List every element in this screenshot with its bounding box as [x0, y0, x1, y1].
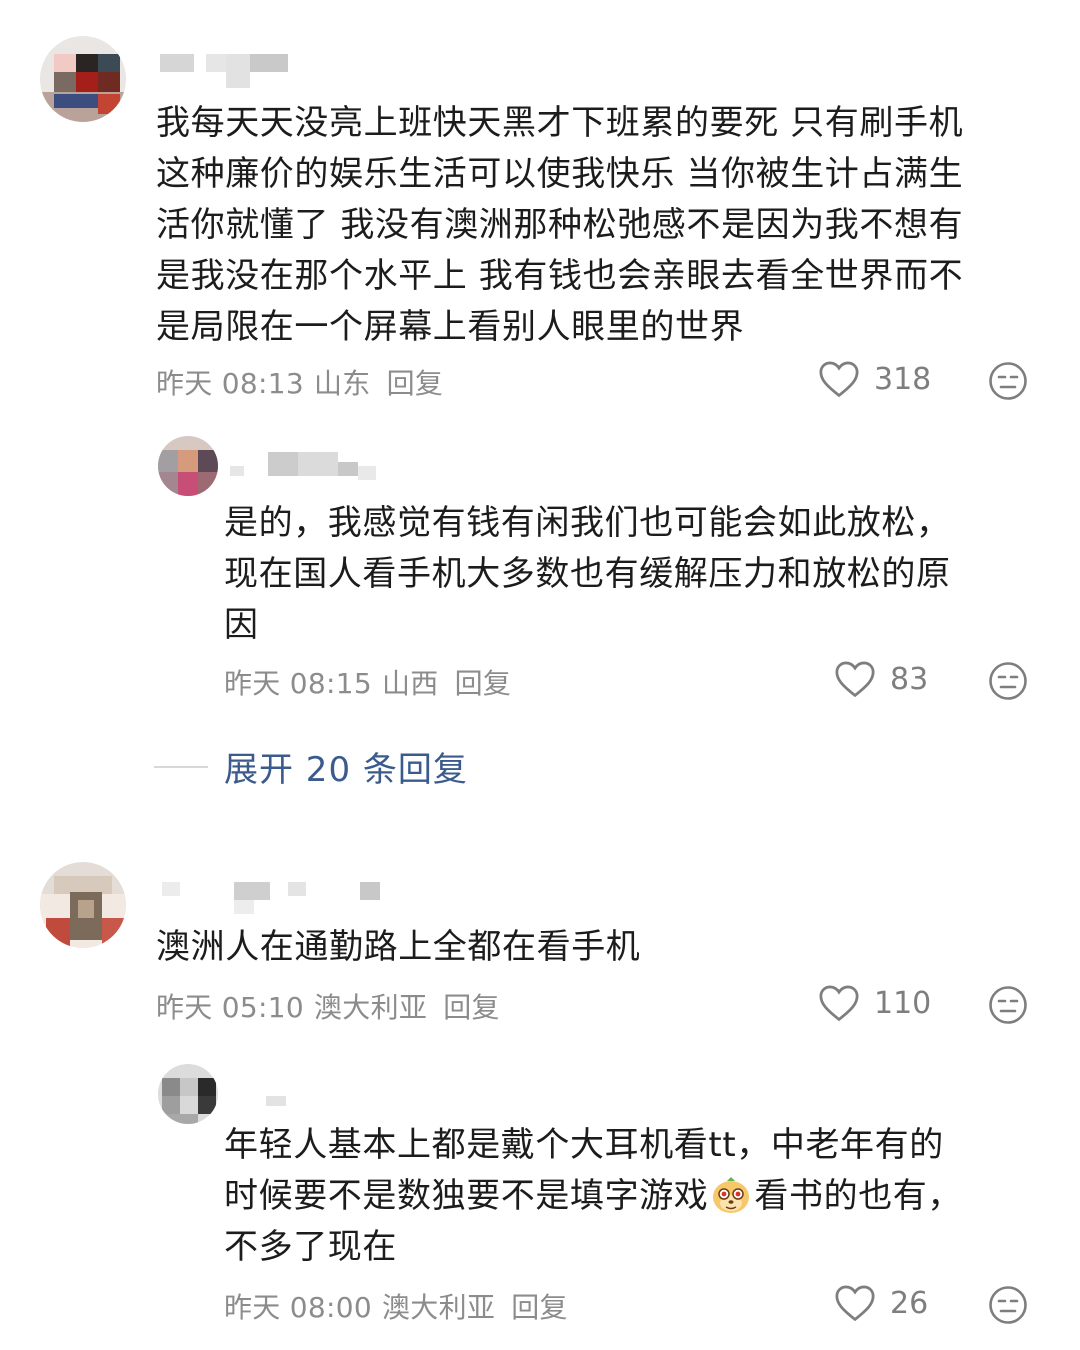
comment-line: 因 [224, 605, 259, 645]
like-count: 318 [874, 361, 932, 397]
meerkat-emoji-icon [713, 1177, 750, 1213]
heart-outline-icon [835, 661, 875, 698]
comment-text: 我每天天没亮上班快天黑才下班累的要死 只有刷手机 这种廉价的娱乐生活可以使我快乐… [156, 98, 963, 353]
meh-face-icon[interactable] [988, 361, 1028, 401]
comment-meta: 昨天 08:13 山东 回复 [156, 362, 453, 402]
avatar[interactable] [158, 436, 218, 496]
comment-text: 是的，我感觉有钱有闲我们也可能会如此放松， 现在国人看手机大多数也有缓解压力和放… [224, 498, 951, 651]
avatar[interactable] [158, 1064, 218, 1124]
reply-button[interactable]: 回复 [455, 667, 512, 700]
comment-meta: 昨天 05:10 澳大利亚 回复 [156, 986, 510, 1026]
meh-face-icon[interactable] [988, 661, 1028, 701]
comment-meta: 昨天 08:15 山西 回复 [224, 662, 521, 702]
comment-line: 年轻人基本上都是戴个大耳机看tt，中老年有的 [224, 1125, 944, 1165]
comment-line: 是局限在一个屏幕上看别人眼里的世界 [156, 307, 745, 347]
username-blurred[interactable] [162, 882, 382, 922]
reply-button[interactable]: 回复 [511, 1291, 568, 1324]
comment-text: 年轻人基本上都是戴个大耳机看tt，中老年有的 时候要不是数独要不是填字游戏 看书… [224, 1120, 962, 1273]
comment-date: 昨天 08:15 [224, 667, 372, 700]
comment-location: 澳大利亚 [314, 991, 428, 1024]
comment-line-part: 时候要不是数独要不是填字游戏 [224, 1176, 709, 1216]
like-button[interactable]: 26 [834, 1284, 928, 1322]
heart-outline-icon [819, 361, 859, 398]
expand-replies-button[interactable]: 展开 20 条回复 [154, 742, 468, 791]
comment-line: 活你就懂了 我没有澳洲那种松弛感不是因为我不想有 [156, 205, 964, 245]
comment-line: 是的，我感觉有钱有闲我们也可能会如此放松， [224, 503, 951, 543]
like-button[interactable]: 110 [818, 984, 931, 1022]
comment-line: 现在国人看手机大多数也有缓解压力和放松的原 [224, 554, 951, 594]
reply-button[interactable]: 回复 [387, 367, 444, 400]
comment-line: 我每天天没亮上班快天黑才下班累的要死 只有刷手机 [156, 103, 964, 143]
comment-line: 是我没在那个水平上 我有钱也会亲眼去看全世界而不 [156, 256, 964, 296]
comment-line-part: 看书的也有， [754, 1176, 963, 1216]
like-button[interactable]: 318 [818, 360, 931, 398]
avatar[interactable] [40, 862, 126, 948]
comment-text: 澳洲人在通勤路上全都在看手机 [156, 922, 640, 973]
comment-line: 澳洲人在通勤路上全都在看手机 [156, 927, 641, 967]
like-button[interactable]: 83 [834, 660, 928, 698]
comment-meta: 昨天 08:00 澳大利亚 回复 [224, 1286, 578, 1326]
comment-section: 我每天天没亮上班快天黑才下班累的要死 只有刷手机 这种廉价的娱乐生活可以使我快乐… [0, 0, 1080, 1350]
comment-date: 昨天 08:00 [224, 1291, 372, 1324]
avatar[interactable] [40, 36, 126, 122]
comment-location: 澳大利亚 [382, 1291, 496, 1324]
heart-outline-icon [835, 1285, 875, 1322]
comment-line: 这种廉价的娱乐生活可以使我快乐 当你被生计占满生 [156, 154, 964, 194]
comment-line: 时候要不是数独要不是填字游戏 看书的也有， [224, 1171, 962, 1222]
comment-date: 昨天 08:13 [156, 367, 304, 400]
meh-face-icon[interactable] [988, 985, 1028, 1025]
expand-replies-label: 展开 20 条回复 [224, 750, 468, 790]
comment-location: 山东 [314, 367, 371, 400]
username-blurred[interactable] [230, 452, 380, 492]
like-count: 26 [890, 1285, 929, 1321]
like-count: 110 [874, 985, 932, 1021]
username-blurred[interactable] [160, 54, 290, 94]
meh-face-icon[interactable] [988, 1285, 1028, 1325]
comment-date: 昨天 05:10 [156, 991, 304, 1024]
reply-button[interactable]: 回复 [443, 991, 500, 1024]
heart-outline-icon [819, 985, 859, 1022]
like-count: 83 [890, 661, 929, 697]
comment-line: 不多了现在 [224, 1227, 397, 1267]
divider [154, 765, 208, 768]
comment-location: 山西 [382, 667, 439, 700]
